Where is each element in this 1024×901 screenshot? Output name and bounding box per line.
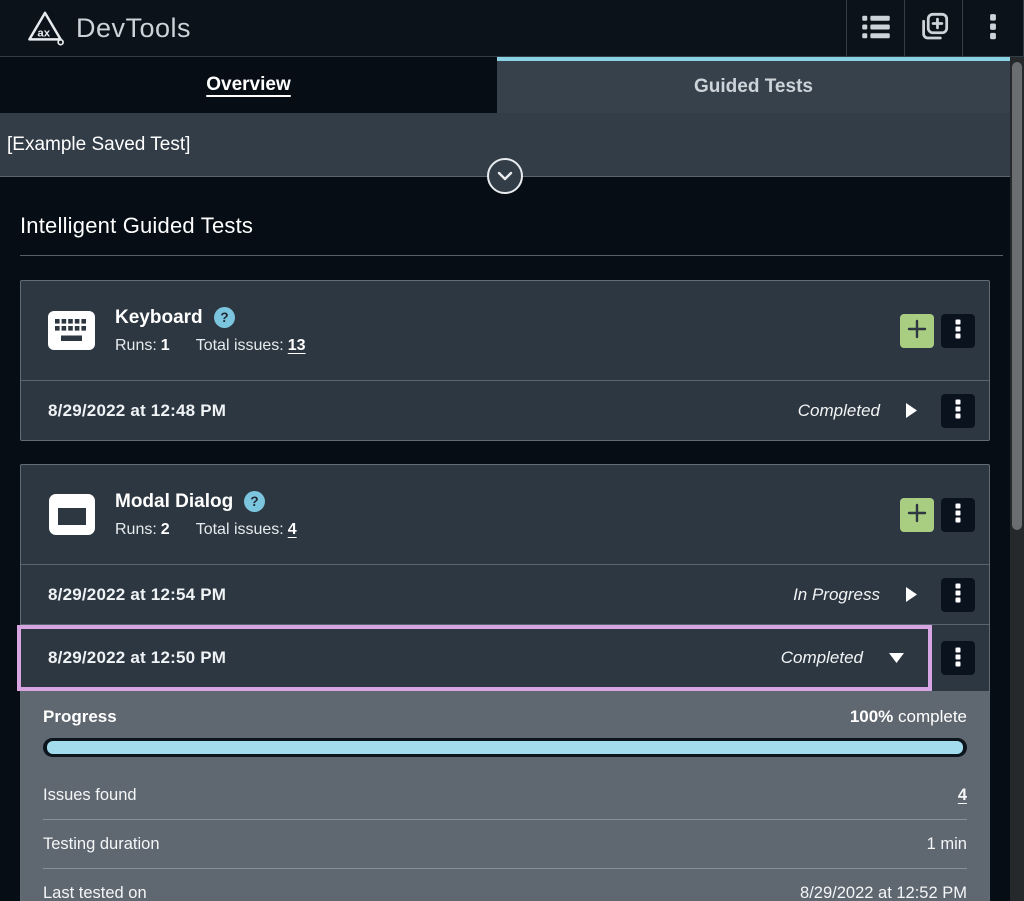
app-title: DevTools	[76, 13, 191, 44]
run-menu-button[interactable]	[941, 394, 975, 428]
page-title: Intelligent Guided Tests	[20, 213, 990, 239]
highlighted-run-row[interactable]: 8/29/2022 at 12:50 PM Completed	[17, 625, 932, 691]
issues-count-link[interactable]: 4	[288, 521, 297, 538]
issues-count-link[interactable]: 13	[288, 337, 306, 354]
collapse-arrow-icon[interactable]	[889, 653, 904, 663]
scrollbar-thumb[interactable]	[1012, 62, 1022, 530]
guided-tests-panel: Intelligent Guided Tests	[0, 213, 1010, 901]
new-window-plus-icon	[919, 12, 949, 45]
saved-test-label: [Example Saved Test]	[7, 134, 190, 156]
collapse-chevron-button[interactable]	[487, 158, 523, 194]
run-date: 8/29/2022 at 12:48 PM	[48, 401, 798, 421]
runs-count: 1	[161, 337, 170, 354]
progress-complete-text: 100% complete	[850, 707, 967, 727]
keyboard-icon	[48, 307, 95, 355]
progress-bar	[43, 738, 967, 757]
expand-arrow-icon[interactable]	[906, 587, 917, 602]
detail-row-duration: Testing duration 1 min	[43, 820, 967, 869]
kebab-menu-icon	[955, 503, 961, 526]
help-icon[interactable]: ?	[244, 491, 265, 512]
run-status: Completed	[798, 401, 880, 421]
run-date: 8/29/2022 at 12:54 PM	[48, 585, 793, 605]
detail-value: 8/29/2022 at 12:52 PM	[800, 884, 967, 901]
logo-ax-text: ax	[37, 28, 50, 40]
heading-divider	[20, 255, 1003, 256]
test-card-keyboard: Keyboard ? Runs:1 Total i	[20, 280, 990, 441]
new-tab-button[interactable]	[904, 0, 962, 56]
detail-row-issues: Issues found 4	[43, 771, 967, 820]
kebab-menu-icon	[989, 13, 997, 44]
test-menu-button[interactable]	[941, 498, 975, 532]
test-list-button[interactable]	[846, 0, 904, 56]
run-menu-button[interactable]	[941, 578, 975, 612]
test-run-row-wrapper: 8/29/2022 at 12:50 PM Completed	[21, 624, 989, 691]
tab-bar: Overview Guided Tests	[0, 57, 1010, 113]
progress-label: Progress	[43, 707, 117, 727]
kebab-menu-icon	[955, 399, 961, 422]
test-card-modal-dialog: Modal Dialog ? Runs:2 Tot	[20, 464, 990, 901]
kebab-menu-icon	[955, 583, 961, 606]
axe-logo-icon: ax	[26, 10, 64, 46]
help-icon[interactable]: ?	[214, 307, 235, 328]
modal-dialog-icon	[48, 491, 95, 539]
detail-row-last-tested: Last tested on 8/29/2022 at 12:52 PM	[43, 869, 967, 901]
saved-test-bar: [Example Saved Test]	[0, 113, 1010, 177]
test-run-row[interactable]: 8/29/2022 at 12:48 PM Completed	[21, 380, 989, 440]
test-card-header: Modal Dialog ? Runs:2 Tot	[21, 465, 989, 564]
list-icon	[861, 13, 891, 44]
plus-icon	[907, 319, 927, 342]
tab-guided-tests[interactable]: Guided Tests	[497, 57, 1010, 113]
kebab-menu-icon	[955, 319, 961, 342]
header-actions	[846, 0, 1024, 56]
test-menu-button[interactable]	[941, 314, 975, 348]
test-card-header: Keyboard ? Runs:1 Total i	[21, 281, 989, 380]
test-title: Keyboard	[115, 307, 203, 329]
test-title: Modal Dialog	[115, 491, 233, 513]
scrollbar[interactable]	[1010, 57, 1024, 901]
run-date: 8/29/2022 at 12:50 PM	[48, 648, 781, 668]
runs-stat: Runs:2	[115, 521, 170, 539]
svg-text:?: ?	[220, 310, 228, 325]
run-menu-button[interactable]	[941, 641, 975, 675]
run-status: In Progress	[793, 585, 880, 605]
detail-value: 1 min	[927, 835, 967, 854]
kebab-menu-icon	[955, 647, 961, 670]
test-run-row[interactable]: 8/29/2022 at 12:54 PM In Progress	[21, 564, 989, 624]
test-info: Keyboard ? Runs:1 Total i	[115, 307, 900, 355]
header-menu-button[interactable]	[962, 0, 1024, 56]
app-header: ax DevTools	[0, 0, 1024, 57]
axe-devtools-app: ax DevTools	[0, 0, 1024, 901]
progress-bar-fill	[47, 741, 963, 754]
start-test-button[interactable]	[900, 314, 934, 348]
runs-stat: Runs:1	[115, 337, 170, 355]
run-details-panel: Progress 100% complete Issues found 4	[21, 691, 989, 901]
chevron-down-icon	[497, 169, 513, 184]
app-logo: ax DevTools	[0, 0, 191, 56]
svg-text:?: ?	[251, 494, 259, 509]
detail-label: Issues found	[43, 786, 137, 805]
issues-stat: Total issues:4	[196, 521, 297, 539]
issues-found-link[interactable]: 4	[958, 786, 967, 805]
tab-overview-label: Overview	[206, 74, 291, 96]
page-body: Overview Guided Tests [Example Saved Tes…	[0, 57, 1024, 901]
issues-stat: Total issues:13	[196, 337, 306, 355]
run-status: Completed	[781, 648, 863, 668]
plus-icon	[907, 503, 927, 526]
runs-count: 2	[161, 521, 170, 538]
test-info: Modal Dialog ? Runs:2 Tot	[115, 491, 900, 539]
tab-guided-tests-label: Guided Tests	[694, 76, 813, 98]
tab-overview[interactable]: Overview	[0, 57, 497, 113]
detail-label: Last tested on	[43, 884, 147, 901]
detail-label: Testing duration	[43, 835, 160, 854]
start-test-button[interactable]	[900, 498, 934, 532]
expand-arrow-icon[interactable]	[906, 403, 917, 418]
